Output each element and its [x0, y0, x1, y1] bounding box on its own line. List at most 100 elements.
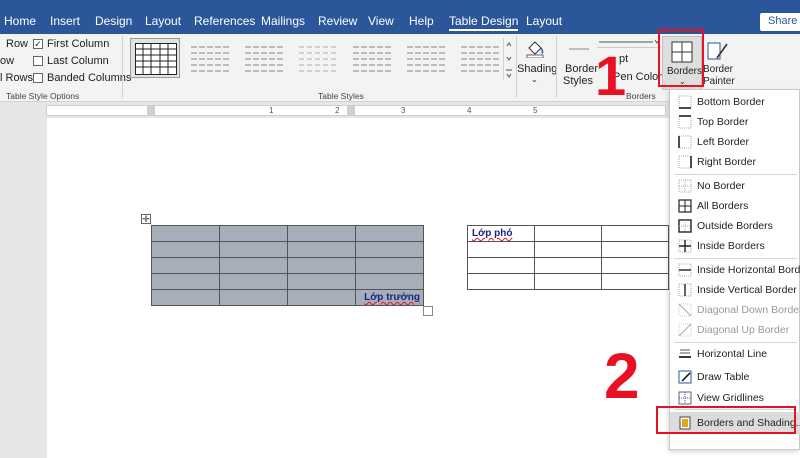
- menu-item-inside-horizontal-border[interactable]: Inside Horizontal Border: [670, 260, 800, 280]
- inside-borders-icon: [678, 239, 692, 253]
- menu-item-view-gridlines[interactable]: View Gridlines: [670, 388, 800, 408]
- menu-item-label: Diagonal Down Border: [697, 304, 800, 316]
- menu-item-left-border[interactable]: Left Border: [670, 132, 800, 152]
- paint-bucket-icon: [526, 41, 544, 58]
- right-border-icon: [678, 155, 692, 169]
- menu-item-inside-borders[interactable]: Inside Borders: [670, 236, 800, 256]
- total-row-label[interactable]: ow: [0, 55, 14, 67]
- table-right[interactable]: Lớp phó: [467, 225, 669, 290]
- border-styles-label-2: Styles: [563, 75, 593, 87]
- tab-layout[interactable]: Layout: [145, 14, 181, 28]
- bottom-border-icon: [678, 95, 692, 109]
- first-column-checkbox[interactable]: ✓: [33, 39, 43, 49]
- tab-design[interactable]: Design: [95, 14, 132, 28]
- group-separator: [556, 36, 557, 98]
- gallery-scroll-arrows[interactable]: [503, 38, 513, 80]
- menu-item-label: Left Border: [697, 136, 749, 148]
- menu-item-label: Outside Borders: [697, 220, 773, 232]
- menu-item-all-borders[interactable]: All Borders: [670, 196, 800, 216]
- share-label: Share: [768, 15, 798, 27]
- menu-item-top-border[interactable]: Top Border: [670, 112, 800, 132]
- border-styles-icon: [569, 48, 589, 50]
- ruler-number: 5: [533, 106, 538, 115]
- tab-insert[interactable]: Insert: [50, 14, 80, 28]
- diagonal-up-border-icon: [678, 323, 692, 337]
- menu-item-label: Inside Vertical Border: [697, 284, 797, 296]
- menu-separator: [674, 258, 797, 259]
- border-painter-button[interactable]: Border Painter: [703, 36, 735, 90]
- menu-separator: [674, 174, 797, 175]
- menu-item-label: Inside Borders: [697, 240, 765, 252]
- first-column-label: First Column: [47, 38, 110, 50]
- shading-button[interactable]: Shading ⌄: [517, 36, 557, 86]
- menu-item-label: Top Border: [697, 116, 749, 128]
- table-resize-handle[interactable]: [423, 306, 433, 316]
- menu-item-inside-vertical-border[interactable]: Inside Vertical Border: [670, 280, 800, 300]
- tab-help[interactable]: Help: [409, 14, 434, 28]
- border-painter-label-2: Painter: [703, 76, 735, 87]
- menu-item-label: Draw Table: [697, 371, 750, 383]
- banded-columns-checkbox[interactable]: [33, 73, 43, 83]
- table-style-grid-icon: [135, 43, 177, 75]
- table-style-plain-4[interactable]: [346, 38, 396, 78]
- ruler-indent-marker[interactable]: [147, 106, 155, 115]
- all-borders-icon: [678, 199, 692, 213]
- banded-rows-label[interactable]: l Rows: [0, 72, 33, 84]
- last-column-checkbox[interactable]: [33, 56, 43, 66]
- title-bar: [0, 0, 800, 8]
- step-2-annotation: 2: [604, 340, 640, 412]
- tab-mailings[interactable]: Mailings: [261, 14, 305, 28]
- shading-label: Shading: [517, 63, 558, 75]
- tab-home[interactable]: Home: [4, 14, 36, 28]
- border-painter-label-1: Border: [703, 64, 734, 75]
- table-move-handle[interactable]: ✛: [141, 214, 151, 224]
- inside-horizontal-border-icon: [678, 263, 692, 277]
- ruler-number: 3: [401, 106, 406, 115]
- table-style-plain-icon: [245, 46, 283, 72]
- draw-table-icon: [678, 370, 692, 384]
- table-left-selected[interactable]: Lớp trưởng: [151, 225, 424, 306]
- menu-item-label: View Gridlines: [697, 392, 764, 404]
- ruler-column-marker[interactable]: [347, 106, 355, 115]
- border-styles-button[interactable]: Border Styles: [560, 36, 598, 88]
- menu-item-outside-borders[interactable]: Outside Borders: [670, 216, 800, 236]
- menu-item-right-border[interactable]: Right Border: [670, 152, 800, 172]
- table-style-plain-icon: [461, 46, 499, 72]
- step-1-annotation: 1: [595, 44, 627, 107]
- table-style-plain-1[interactable]: [184, 38, 234, 78]
- outside-borders-icon: [678, 219, 692, 233]
- menu-item-label: Horizontal Line: [697, 348, 768, 360]
- menu-item-draw-table[interactable]: Draw Table: [670, 367, 800, 387]
- share-button[interactable]: Share: [760, 13, 800, 31]
- tab-view[interactable]: View: [368, 14, 394, 28]
- tab-references[interactable]: References: [194, 14, 255, 28]
- menu-item-label: No Border: [697, 180, 745, 192]
- menu-item-label: All Borders: [697, 200, 749, 212]
- cell-text-class-monitor: Lớp trưởng: [364, 292, 420, 303]
- table-style-plain-3[interactable]: [292, 38, 342, 78]
- gallery-scroll-icon: [506, 42, 512, 78]
- no-border-icon: [678, 179, 692, 193]
- table-style-grid-selected[interactable]: [130, 38, 180, 78]
- table-styles-group-label: Table Styles: [318, 91, 364, 101]
- menu-item-label: Bottom Border: [697, 96, 765, 108]
- tab-review[interactable]: Review: [318, 14, 357, 28]
- borders-dropdown-menu: Bottom Border Top Border Left Border Rig…: [669, 89, 800, 450]
- table-style-plain-5[interactable]: [400, 38, 450, 78]
- tab-table-layout[interactable]: Layout: [526, 14, 562, 28]
- menu-item-label: Inside Horizontal Border: [697, 264, 800, 276]
- border-painter-icon: [707, 42, 728, 60]
- header-row-label[interactable]: Row: [6, 38, 28, 50]
- borders-button-highlight: [658, 29, 704, 87]
- left-border-icon: [678, 135, 692, 149]
- ruler-number: 2: [335, 106, 340, 115]
- table-style-plain-6[interactable]: [454, 38, 504, 78]
- menu-item-bottom-border[interactable]: Bottom Border: [670, 92, 800, 112]
- menu-item-no-border[interactable]: No Border: [670, 176, 800, 196]
- table-style-plain-2[interactable]: [238, 38, 288, 78]
- menu-item-label: Right Border: [697, 156, 756, 168]
- view-gridlines-icon: [678, 391, 692, 405]
- tab-table-design[interactable]: Table Design: [449, 14, 519, 31]
- menu-item-horizontal-line[interactable]: Horizontal Line: [670, 344, 800, 364]
- menu-separator: [674, 342, 797, 343]
